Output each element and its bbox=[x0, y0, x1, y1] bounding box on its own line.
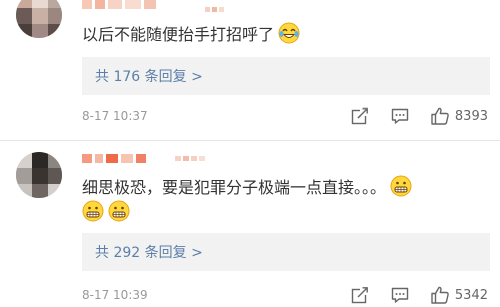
comment-text-content: 细思极恐，要是犯罪分子极端一点直接。。。 bbox=[82, 178, 387, 197]
view-replies-link[interactable]: 共 176 条回复 > bbox=[95, 66, 203, 86]
reply-summary[interactable]: 共 176 条回复 > bbox=[82, 57, 490, 95]
avatar[interactable] bbox=[16, 152, 62, 198]
comment-text-content: 以后不能随便抬手打招呼了 bbox=[82, 25, 275, 44]
comment-item: 以后不能随便抬手打招呼了 共 176 条回复 > 8-17 10:37 8393 bbox=[0, 0, 500, 139]
laughing-crying-emoji-icon bbox=[278, 22, 300, 44]
comment-text: 细思极恐，要是犯罪分子极端一点直接。。。 bbox=[82, 175, 412, 201]
share-icon[interactable] bbox=[350, 285, 370, 305]
share-icon[interactable] bbox=[350, 106, 370, 126]
grimace-emoji-icon bbox=[390, 175, 412, 197]
user-badge-blurred bbox=[205, 7, 224, 12]
thumbs-up-icon[interactable] bbox=[430, 106, 450, 126]
comment-emoji-row bbox=[82, 200, 130, 222]
comment-icon[interactable] bbox=[390, 106, 410, 126]
comment-actions: 8393 bbox=[350, 106, 488, 126]
comment-actions: 5342 bbox=[350, 285, 488, 305]
like-count: 8393 bbox=[454, 108, 488, 124]
grimace-emoji-icon bbox=[108, 200, 130, 222]
like-count: 5342 bbox=[454, 287, 488, 303]
comment-text: 以后不能随便抬手打招呼了 bbox=[82, 22, 300, 48]
comment-icon[interactable] bbox=[390, 285, 410, 305]
username-blurred[interactable] bbox=[82, 154, 146, 163]
thumbs-up-icon[interactable] bbox=[430, 285, 450, 305]
user-badge-blurred bbox=[175, 156, 205, 161]
reply-summary[interactable]: 共 292 条回复 > bbox=[82, 233, 490, 271]
comment-timestamp: 8-17 10:39 bbox=[82, 288, 148, 302]
username-blurred[interactable] bbox=[82, 0, 156, 9]
comment-divider bbox=[0, 140, 500, 141]
grimace-emoji-icon bbox=[82, 200, 104, 222]
avatar[interactable] bbox=[16, 0, 62, 38]
comment-timestamp: 8-17 10:37 bbox=[82, 109, 148, 123]
comment-item: 细思极恐，要是犯罪分子极端一点直接。。。 共 292 条回复 > 8-17 10… bbox=[0, 142, 500, 307]
view-replies-link[interactable]: 共 292 条回复 > bbox=[95, 242, 203, 262]
